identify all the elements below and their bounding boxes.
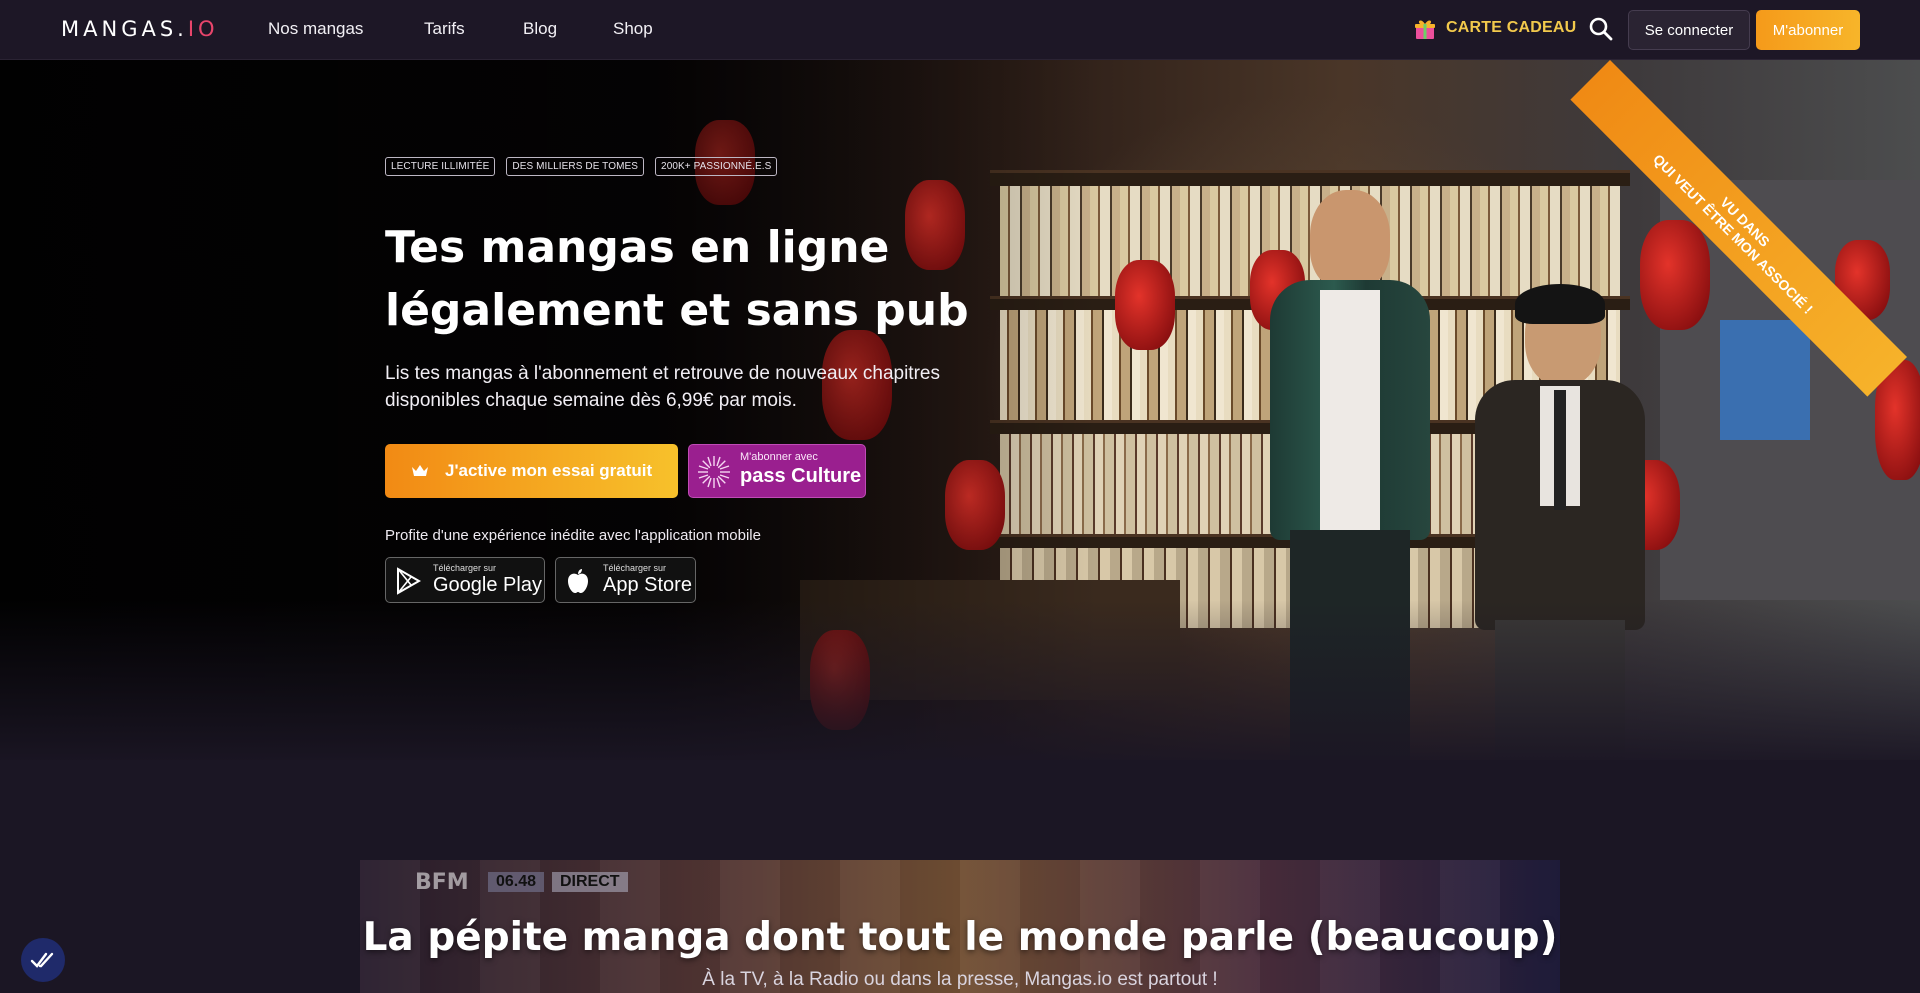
app-store-label: App Store [603, 574, 692, 596]
hero-badges: LECTURE ILLIMITÉE DES MILLIERS DE TOMES … [385, 157, 778, 176]
nav-link-blog[interactable]: Blog [523, 19, 557, 39]
pass-culture-small-label: M'abonner avec [740, 451, 818, 463]
nav-link-tarifs[interactable]: Tarifs [424, 19, 465, 39]
apple-icon [568, 569, 588, 593]
app-store-small-label: Télécharger sur [603, 563, 667, 573]
subscribe-button[interactable]: M'abonner [1756, 10, 1860, 50]
search-icon[interactable] [1588, 16, 1614, 42]
app-store-button[interactable]: Télécharger sur App Store [555, 557, 696, 603]
badge-volumes: DES MILLIERS DE TOMES [506, 157, 645, 176]
press-section-title: La pépite manga dont tout le monde parle… [362, 915, 1558, 960]
login-button[interactable]: Se connecter [1628, 10, 1750, 50]
cookie-consent-button[interactable] [21, 938, 65, 982]
gift-card-link[interactable]: CARTE CADEAU [1446, 19, 1576, 37]
badge-unlimited: LECTURE ILLIMITÉE [385, 157, 496, 176]
free-trial-button[interactable]: J'active mon essai gratuit [385, 444, 678, 498]
hero-section [0, 60, 1920, 760]
google-play-label: Google Play [433, 574, 542, 596]
google-play-icon [397, 567, 422, 595]
google-play-small-label: Télécharger sur [433, 563, 497, 573]
tv-live-badge: DIRECT [552, 872, 628, 892]
free-trial-label: J'active mon essai gratuit [445, 461, 653, 480]
top-navbar: MANGAS.IO Nos mangas Tarifs Blog Shop CA… [0, 0, 1920, 60]
hero-title-line1: Tes mangas en ligne [385, 222, 890, 273]
crown-icon [412, 465, 428, 476]
check-icon [30, 952, 54, 968]
press-section-subtitle: À la TV, à la Radio ou dans la presse, M… [702, 969, 1218, 990]
nav-link-shop[interactable]: Shop [613, 19, 653, 39]
gift-icon[interactable] [1414, 18, 1436, 40]
badge-fans: 200K+ PASSIONNÉ.E.S [655, 157, 778, 176]
pass-culture-logo-icon [698, 456, 730, 488]
hero-lead: Lis tes mangas à l'abonnement et retrouv… [385, 363, 940, 411]
nav-link-nos-mangas[interactable]: Nos mangas [268, 19, 363, 39]
site-logo[interactable]: MANGAS.IO [61, 17, 219, 41]
tv-time: 06.48 [488, 872, 545, 892]
mobile-app-text: Profite d'une expérience inédite avec l'… [385, 527, 761, 544]
tv-channel-logo: BFM [415, 870, 469, 895]
google-play-button[interactable]: Télécharger sur Google Play [385, 557, 545, 603]
hero-title-line2: légalement et sans pub [385, 285, 969, 336]
pass-culture-button[interactable]: M'abonner avec pass Culture [688, 444, 866, 498]
hero-title: Tes mangas en ligne légalement et sans p… [385, 216, 1085, 342]
pass-culture-label: pass Culture [740, 465, 862, 487]
